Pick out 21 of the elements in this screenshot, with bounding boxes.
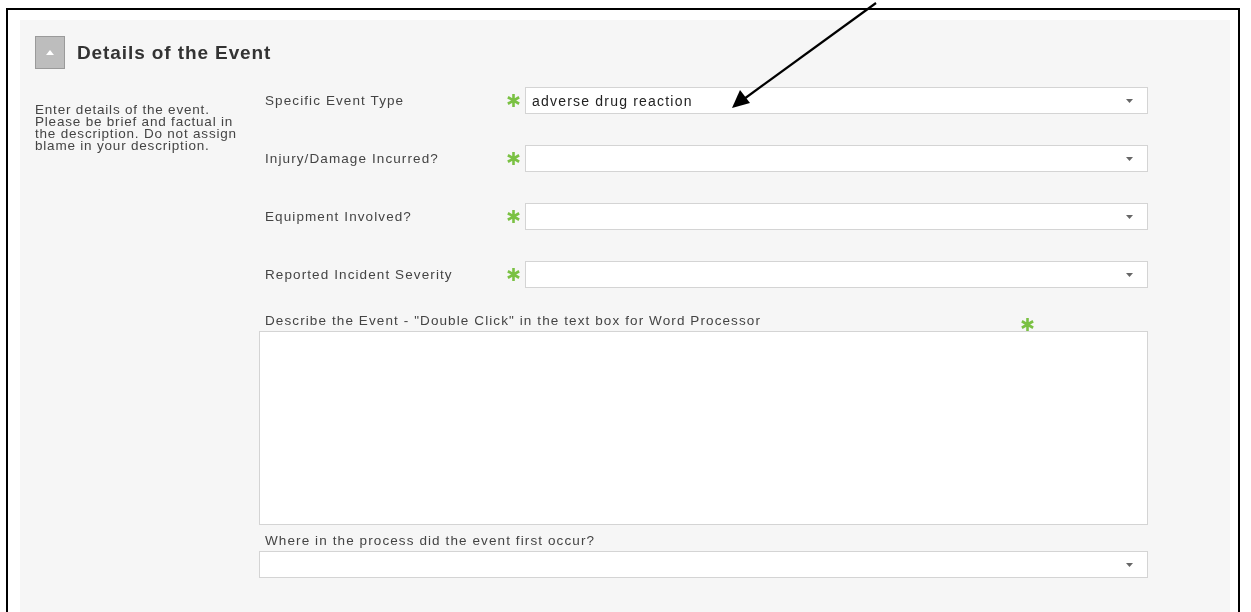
dropdown-field[interactable]: [525, 203, 1148, 230]
dropdown-arrow-icon: [1126, 98, 1133, 103]
field-label: Where in the process did the event first occur?: [265, 532, 596, 548]
dropdown-arrow-icon: [1126, 156, 1133, 161]
dropdown-field[interactable]: [525, 145, 1148, 172]
field-label: Specific Event Type: [265, 93, 406, 108]
text-area[interactable]: [259, 331, 1148, 525]
dropdown-arrow-icon: [1126, 272, 1133, 277]
field-label: Equipment Involved?: [265, 209, 413, 224]
dropdown-field[interactable]: adverse drug reaction: [525, 87, 1148, 114]
section-title: Details of the Event: [77, 41, 272, 64]
caret-icon: [46, 50, 54, 55]
dropdown-field[interactable]: [525, 261, 1148, 288]
field-label: Describe the Event - "Double Click" in the text box for Word Processor: [265, 312, 761, 328]
field-label: Reported Incident Severity: [265, 267, 454, 282]
dropdown-field[interactable]: [259, 551, 1148, 578]
collapse-button[interactable]: [35, 36, 65, 69]
dropdown-arrow-icon: [1126, 562, 1133, 567]
instructions-text: Enter details of the event. Please be brief and factual in the description. Do not assign blame in your description.: [35, 104, 238, 152]
field-label: Injury/Damage Incurred?: [265, 151, 440, 166]
dropdown-arrow-icon: [1126, 214, 1133, 219]
